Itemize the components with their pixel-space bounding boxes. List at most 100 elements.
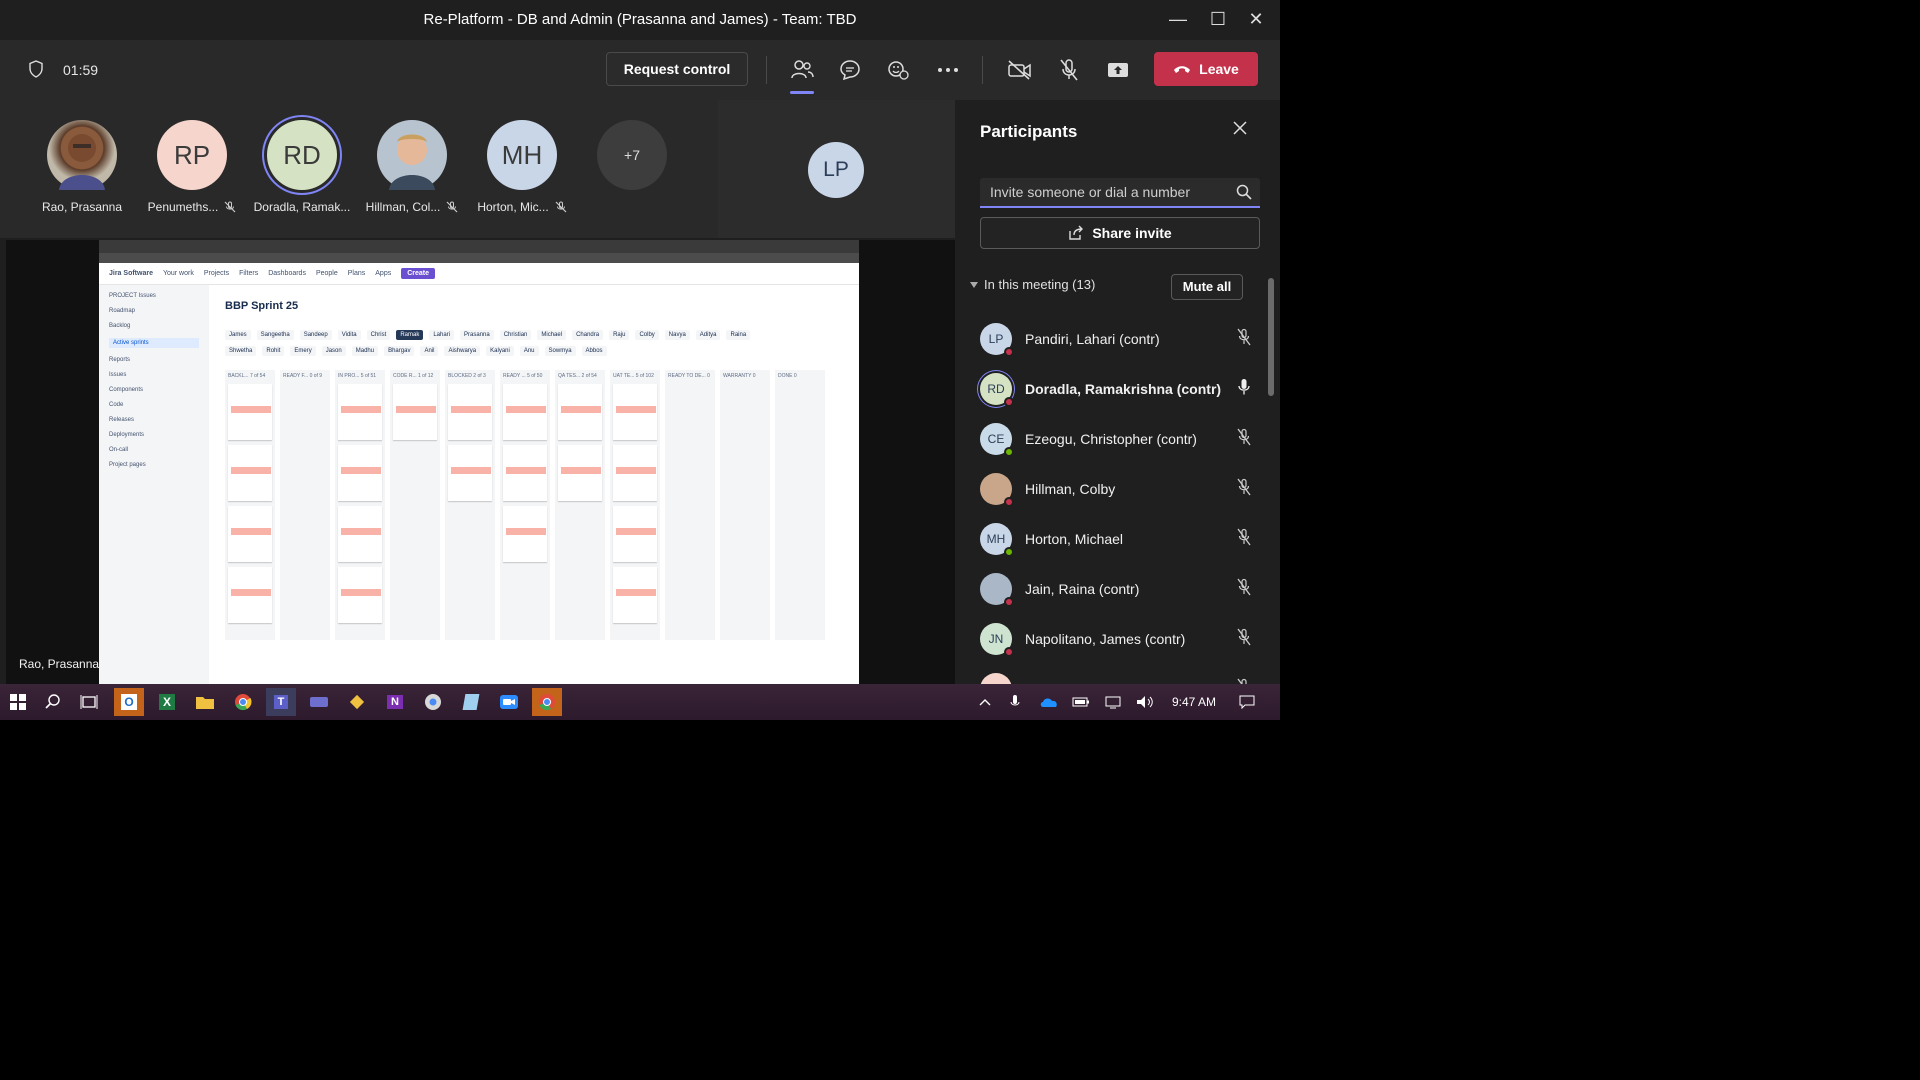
column-header: UAT TE... 5 of 102	[613, 373, 654, 379]
participant-row[interactable]: LP Pandiri, Lahari (contr)	[980, 314, 1251, 364]
jira-logo: Jira Software	[109, 270, 153, 277]
app-icon[interactable]	[304, 688, 334, 716]
column-header: BLOCKED 2 of 3	[448, 373, 486, 379]
panel-title: Participants	[980, 122, 1078, 141]
mic-muted-icon[interactable]	[1236, 328, 1252, 351]
notepad-icon[interactable]	[456, 688, 486, 716]
presence-status-icon	[1004, 397, 1014, 407]
invite-input[interactable]	[990, 184, 1220, 200]
participant-tile[interactable]: MH Horton, Mic...	[467, 120, 577, 214]
participant-row[interactable]: Hillman, Colby	[980, 464, 1251, 514]
board-column: BLOCKED 2 of 3	[445, 370, 495, 640]
chrome-icon[interactable]	[228, 688, 258, 716]
participant-row[interactable]: Jain, Raina (contr)	[980, 564, 1251, 614]
column-header: BACKL... 7 of 54	[228, 373, 266, 379]
avatar	[47, 120, 117, 190]
share-screen-icon[interactable]	[1104, 56, 1132, 84]
search-icon[interactable]	[38, 688, 68, 716]
participant-name: Hillman, Col...	[365, 200, 441, 214]
reactions-icon[interactable]	[884, 56, 912, 84]
git-icon[interactable]	[342, 688, 372, 716]
mic-muted-icon[interactable]	[1236, 578, 1252, 601]
participant-row[interactable]: CE Ezeogu, Christopher (contr)	[980, 414, 1251, 464]
chevron-up-icon[interactable]	[970, 688, 1000, 716]
nav-item: Plans	[347, 270, 366, 277]
microphone-icon[interactable]	[1000, 688, 1030, 716]
person-filter-chip: Abbos	[581, 346, 607, 356]
teams-icon[interactable]: T	[266, 688, 296, 716]
mic-icon[interactable]	[1236, 378, 1252, 401]
zoom-icon[interactable]	[494, 688, 524, 716]
people-filter: James Sangeetha Sandeep Vidita Christ Ramak La…	[225, 330, 785, 356]
onedrive-icon[interactable]	[1034, 688, 1064, 716]
sidebar-item: PROJECT Issues	[109, 293, 156, 299]
browser-bookmarks	[99, 253, 859, 263]
column-header: READY ... 5 of 50	[503, 373, 543, 379]
person-filter-chip: Lahari	[429, 330, 455, 340]
participant-tile[interactable]: RD Doradla, Ramak...	[247, 120, 357, 214]
participants-icon[interactable]	[788, 56, 816, 94]
more-participants-tile[interactable]: +7	[577, 120, 687, 190]
task-view-icon[interactable]	[74, 688, 104, 716]
share-invite-button[interactable]: Share invite	[980, 217, 1260, 249]
network-icon[interactable]	[1098, 688, 1128, 716]
mute-all-button[interactable]: Mute all	[1171, 274, 1243, 300]
story-card	[338, 506, 382, 562]
chrome-window-icon[interactable]	[532, 688, 562, 716]
outlook-icon[interactable]: O	[114, 688, 144, 716]
jira-board: BBP Sprint 25 James Sangeetha Sandeep Vidit…	[225, 290, 849, 684]
sprint-title: BBP Sprint 25	[225, 300, 299, 312]
board-column: READY TO DE... 0	[665, 370, 715, 640]
person-filter-chip: Rohit	[262, 346, 285, 356]
person-filter-chip: James	[225, 330, 251, 340]
mic-muted-icon[interactable]	[1236, 478, 1252, 501]
story-card	[613, 445, 657, 501]
board-column: IN PRO... 5 of 51	[335, 370, 385, 640]
mic-muted-icon[interactable]	[1236, 528, 1252, 551]
participant-row[interactable]: MH Horton, Michael	[980, 514, 1251, 564]
in-meeting-toggle[interactable]: In this meeting (13)	[970, 277, 1095, 292]
battery-icon[interactable]	[1066, 688, 1096, 716]
close-icon[interactable]	[1232, 120, 1248, 141]
mic-muted-icon[interactable]	[1236, 428, 1252, 451]
leave-button[interactable]: Leave	[1154, 52, 1258, 86]
story-card	[338, 445, 382, 501]
notifications-icon[interactable]	[1232, 688, 1262, 716]
camera-off-icon[interactable]	[1006, 56, 1034, 84]
more-options-icon[interactable]	[934, 56, 962, 84]
participant-row[interactable]: RD Doradla, Ramakrishna (contr)	[980, 364, 1250, 414]
mic-muted-icon[interactable]	[1055, 56, 1083, 84]
mic-muted-icon[interactable]	[1236, 628, 1252, 651]
file-explorer-icon[interactable]	[190, 688, 220, 716]
person-filter-chip: Shwetha	[225, 346, 257, 356]
search-icon[interactable]	[1236, 184, 1252, 205]
epic-tag	[506, 467, 546, 474]
column-header: IN PRO... 5 of 51	[338, 373, 377, 379]
participant-row[interactable]: JN Napolitano, James (contr)	[980, 614, 1251, 664]
participant-tile[interactable]: Rao, Prasanna	[27, 120, 137, 214]
minimize-button[interactable]: —	[1160, 6, 1196, 32]
participant-tile[interactable]: Hillman, Col...	[357, 120, 467, 214]
participant-name: Napolitano, James (contr)	[1025, 631, 1186, 647]
epic-tag	[231, 467, 271, 474]
taskbar-clock[interactable]: 9:47 AM	[1172, 695, 1216, 709]
story-card	[503, 506, 547, 562]
scrollbar[interactable]	[1268, 278, 1274, 396]
maximize-button[interactable]: ☐	[1200, 6, 1236, 32]
participant-name: Doradla, Ramakrishna (contr)	[1025, 381, 1222, 397]
request-control-button[interactable]: Request control	[606, 52, 748, 86]
epic-tag	[561, 406, 601, 413]
windows-start-icon[interactable]	[3, 688, 33, 716]
onenote-icon[interactable]: N	[380, 688, 410, 716]
window-title: Re-Platform - DB and Admin (Prasanna and…	[423, 11, 857, 28]
close-window-button[interactable]: ✕	[1238, 6, 1274, 32]
column-header: DONE 0	[778, 373, 797, 379]
chat-icon[interactable]	[836, 56, 864, 84]
participant-tile[interactable]: RP Penumeths...	[137, 120, 247, 214]
volume-icon[interactable]	[1130, 688, 1160, 716]
sidebar-item: Issues	[109, 372, 127, 378]
person-filter-chip: Chandra	[572, 330, 604, 340]
browser-icon[interactable]	[418, 688, 448, 716]
excel-icon[interactable]: X	[152, 688, 182, 716]
jira-sidebar: PROJECT Issues Roadmap Backlog Active sprin…	[99, 285, 209, 684]
